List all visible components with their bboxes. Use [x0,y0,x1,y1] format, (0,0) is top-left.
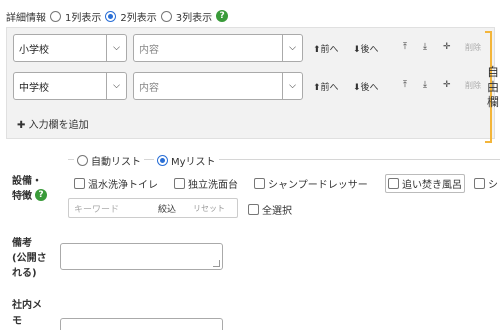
remarks-label-line: れる) [12,268,37,279]
help-icon[interactable]: ? [216,10,229,22]
checkbox[interactable] [74,178,85,189]
radio-1col[interactable] [50,10,61,22]
feature-label: 独立洗面台 [188,180,238,191]
school-select-value: 中学校 [19,82,49,94]
mode-my-label: Myリスト [171,157,216,168]
move-back-label: 後へ [360,83,379,93]
remarks-textarea[interactable] [60,243,223,270]
content-select-placeholder: 内容 [139,44,159,56]
radio-2col-label: 2列表示 [120,12,157,24]
checkbox[interactable] [388,178,399,189]
radio-1col-label: 1列表示 [65,12,102,24]
equipment-label-line1: 設備・ [12,176,42,187]
arrow-down-icon: ⬇ [353,45,361,55]
school-select[interactable]: 小学校 ⌵ [13,34,127,62]
chevron-down-icon: ⌵ [282,35,302,61]
move-bottom-icon[interactable]: ⤓ [423,42,427,52]
feature-label: シ [488,180,498,191]
checkbox[interactable] [248,204,259,215]
checkbox[interactable] [254,178,265,189]
feature-label: 温水洗浄トイレ [88,180,158,191]
move-bottom-icon[interactable]: ⤓ [423,80,427,90]
arrow-up-icon: ⬆ [313,83,321,93]
remarks-label-line: (公開さ [12,253,47,264]
content-select[interactable]: 内容 ⌵ [133,72,303,100]
mode-auto-label: 自動リスト [91,157,141,168]
content-select-placeholder: 内容 [139,82,159,94]
arrow-down-icon: ⬇ [353,83,361,93]
radio-2col[interactable] [105,10,117,22]
help-icon[interactable]: ? [35,188,47,201]
detail-label: 詳細情報 [6,12,46,24]
resize-handle-icon[interactable] [213,260,220,267]
content-select[interactable]: 内容 ⌵ [133,34,303,62]
add-input-row-label: 入力欄を追加 [28,120,89,131]
move-front-label: 前へ [320,83,339,93]
detail-display-row: 詳細情報 1列表示 2列表示 3列表示 ? [6,6,229,26]
plus-icon: ✚ [17,120,26,131]
mode-my-option[interactable]: Myリスト [154,153,219,168]
select-all-checkbox[interactable]: 全選択 [248,202,292,217]
internal-memo-label-line: 社内メ [12,300,42,311]
chevron-down-icon: ⌵ [282,73,302,99]
free-field-panel: 小学校 ⌵ 内容 ⌵ ⬆前へ ⬇後へ ⤒ ⤓ ✛ 削除 中学校 ⌵ 内容 ⌵ ⬆… [6,27,495,139]
mode-auto-option[interactable]: 自動リスト [74,153,144,168]
select-all-label: 全選択 [262,206,292,217]
move-top-icon[interactable]: ⤒ [403,80,407,90]
side-text-char: 欄 [487,95,500,109]
move-top-icon[interactable]: ⤒ [403,42,407,52]
radio-3col[interactable] [160,10,172,22]
equipment-label-line2: 特徴 [12,191,32,202]
feature-label: シャンプードレッサー [268,180,368,191]
feature-checkbox[interactable]: 追い焚き風呂 [385,174,465,193]
chevron-down-icon: ⌵ [106,73,126,99]
radio-3col-label: 3列表示 [175,12,213,24]
feature-checkbox[interactable]: 温水洗浄トイレ [74,176,158,191]
internal-memo-textarea[interactable] [60,318,223,330]
delete-button[interactable]: 削除 [465,80,481,91]
move-back-button[interactable]: ⬇後へ [353,42,379,55]
chevron-down-icon: ⌵ [106,35,126,61]
school-select[interactable]: 中学校 ⌵ [13,72,127,100]
feature-checkbox[interactable]: 独立洗面台 [174,176,238,191]
move-front-button[interactable]: ⬆前へ [313,80,339,93]
feature-checkbox[interactable]: シャンプードレッサー [254,176,368,191]
remarks-label-line: 備考 [12,238,32,249]
free-field-row: 中学校 ⌵ 内容 ⌵ ⬆前へ ⬇後へ ⤒ ⤓ ✛ 削除 [13,72,489,102]
reset-button[interactable]: リセット [193,203,225,214]
school-select-value: 小学校 [19,44,49,56]
free-field-row: 小学校 ⌵ 内容 ⌵ ⬆前へ ⬇後へ ⤒ ⤓ ✛ 削除 [13,34,489,64]
move-front-button[interactable]: ⬆前へ [313,42,339,55]
drag-handle-icon[interactable]: ✛ [443,80,451,90]
feature-label: 追い焚き風呂 [402,180,462,191]
arrow-up-icon: ⬆ [313,45,321,55]
add-input-row-button[interactable]: ✚ 入力欄を追加 [17,116,89,131]
radio-my-list[interactable] [157,155,168,166]
move-back-label: 後へ [360,45,379,55]
radio-auto-list[interactable] [77,155,88,166]
equipment-label-line2-wrap: 特徴 ? [12,187,47,202]
move-front-label: 前へ [320,45,339,55]
narrow-button[interactable]: 絞込 [158,202,176,215]
drag-handle-icon[interactable]: ✛ [443,42,451,52]
checkbox[interactable] [474,178,485,189]
move-back-button[interactable]: ⬇後へ [353,80,379,93]
checkbox[interactable] [174,178,185,189]
keyword-input[interactable]: キーワード [74,202,119,215]
delete-button[interactable]: 削除 [465,42,481,53]
feature-checkbox[interactable]: シ [474,176,498,191]
